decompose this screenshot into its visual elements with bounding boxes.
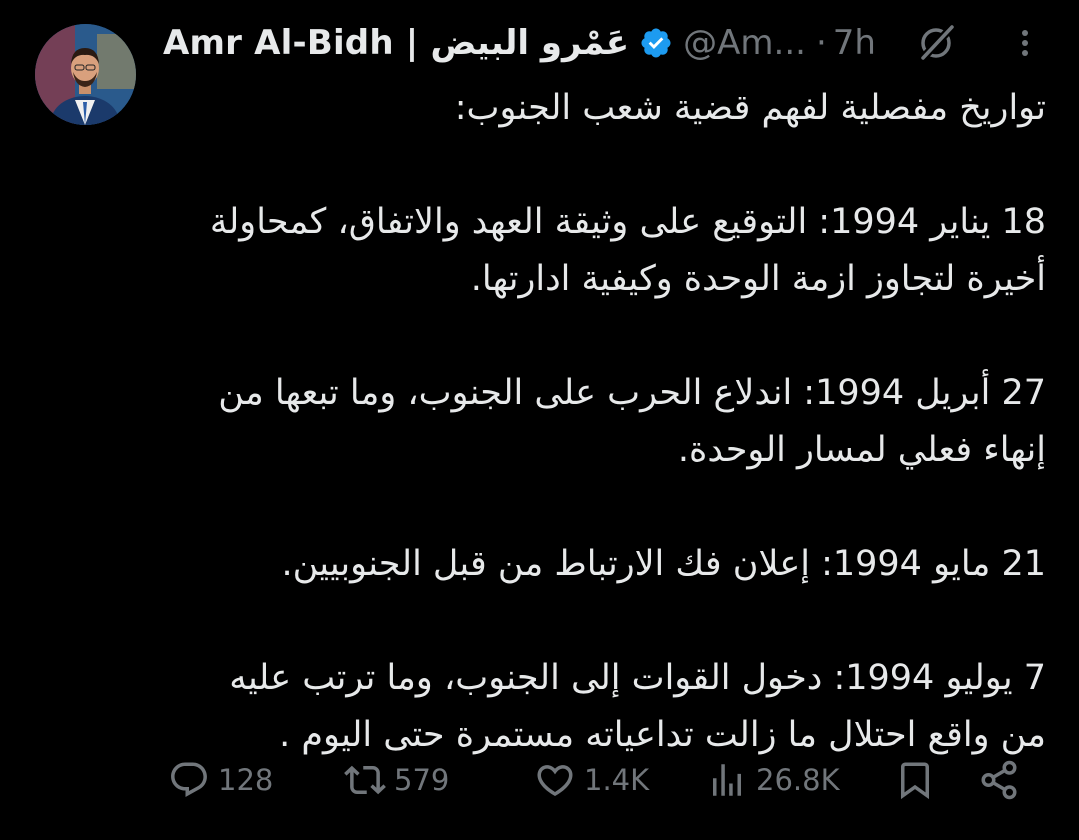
reply-button[interactable]: 128 [168,752,273,808]
bookmark-button[interactable] [894,752,936,808]
tweet-line: إنهاء فعلي لمسار الوحدة. [677,430,1046,470]
tweet-text: تواريخ مفصلية لفهم قضية شعب الجنوب: 18 ي… [166,80,1046,764]
repost-count: 579 [394,763,450,797]
avatar[interactable] [35,24,136,125]
heart-icon [537,765,573,797]
like-count: 1.4K [584,763,650,797]
like-button[interactable]: 1.4K [534,752,649,808]
author-name[interactable]: Amr Al-Bidh | عَمْرو البيض [163,23,629,63]
share-button[interactable] [978,752,1020,808]
repost-button[interactable]: 579 [344,752,449,808]
reply-count: 128 [218,763,274,797]
meta-separator: · [815,23,827,63]
view-count: 26.8K [756,763,840,797]
more-vertical-icon[interactable] [1010,22,1040,64]
author-handle[interactable]: @Am... [683,23,806,63]
tweet-actions: 128 579 1.4K 26.8K [168,752,1028,808]
bookmark-icon [901,762,929,800]
tweet-line: 18 يناير 1994: التوقيع على وثيقة العهد و… [209,202,1046,242]
tweet-line: 21 مايو 1994: إعلان فك الارتباط من قبل ا… [281,544,1046,584]
reply-icon [171,762,207,797]
views-button[interactable]: 26.8K [706,752,840,808]
views-bar-chart-icon [713,764,741,796]
avatar-photo [35,24,136,125]
verified-badge-icon[interactable] [639,26,673,60]
tweet-line: تواريخ مفصلية لفهم قضية شعب الجنوب: [454,88,1046,128]
tweet-line: أخيرة لتجاوز ازمة الوحدة وكيفية ادارتها. [470,259,1046,299]
grok-icon[interactable] [915,22,957,64]
tweet-time[interactable]: 7h [833,23,876,63]
repost-icon [344,765,386,795]
tweet-line: 7 يوليو 1994: دخول القوات إلى الجنوب، وم… [229,658,1046,698]
tweet-header: Amr Al-Bidh | عَمْرو البيض @Am... · 7h [163,18,1043,68]
tweet-line: 27 أبريل 1994: اندلاع الحرب على الجنوب، … [218,373,1046,413]
share-icon [981,760,1017,800]
